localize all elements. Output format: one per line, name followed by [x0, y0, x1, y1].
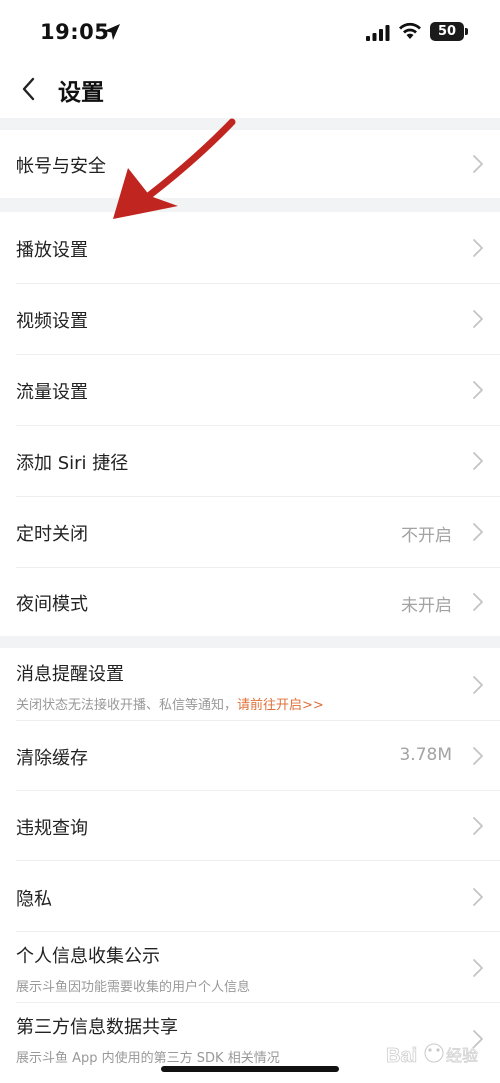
settings-item-value: 未开启: [401, 596, 452, 616]
chevron-right-icon: [473, 593, 483, 611]
baidu-jingyan-watermark: Bai 经验: [386, 1043, 478, 1067]
section-gap: [0, 198, 500, 212]
chevron-right-icon: [473, 523, 483, 541]
settings-item-label: 个人信息收集公示: [16, 946, 160, 967]
settings-item-subtitle: 展示斗鱼因功能需要收集的用户个人信息: [16, 980, 251, 995]
settings-item-sleep-timer[interactable]: 定时关闭 不开启: [0, 497, 500, 567]
settings-item-playback[interactable]: 播放设置: [0, 212, 500, 283]
back-chevron-icon[interactable]: [16, 74, 42, 104]
settings-item-label: 消息提醒设置: [16, 664, 124, 685]
settings-item-label: 第三方信息数据共享: [16, 1017, 178, 1038]
settings-item-value: 3.78M: [399, 745, 452, 765]
settings-item-night-mode[interactable]: 夜间模式 未开启: [0, 568, 500, 636]
settings-item-personal-info-disclosure[interactable]: 个人信息收集公示 展示斗鱼因功能需要收集的用户个人信息: [0, 932, 500, 1002]
section-gap: [0, 636, 500, 648]
settings-item-label: 违规查询: [16, 818, 88, 839]
chevron-right-icon: [473, 452, 483, 470]
settings-item-label: 视频设置: [16, 311, 88, 332]
home-indicator[interactable]: [161, 1066, 339, 1072]
settings-item-label: 流量设置: [16, 382, 88, 403]
chevron-right-icon: [473, 310, 483, 328]
nav-bar: 设置: [0, 62, 500, 118]
page-title: 设置: [58, 80, 104, 106]
chevron-right-icon: [473, 381, 483, 399]
settings-item-label: 添加 Siri 捷径: [16, 453, 129, 474]
settings-item-label: 帐号与安全: [16, 156, 106, 177]
location-arrow-icon: [104, 24, 120, 40]
chevron-right-icon: [473, 747, 483, 765]
section-gap: [0, 118, 500, 130]
status-time: 19:05: [40, 20, 110, 44]
cellular-signal-icon: [366, 25, 390, 41]
chevron-right-icon: [473, 959, 483, 977]
notification-hint-text: 关闭状态无法接收开播、私信等通知，: [16, 698, 238, 713]
wifi-icon: [399, 22, 421, 39]
settings-item-data-usage[interactable]: 流量设置: [0, 355, 500, 425]
settings-item-clear-cache[interactable]: 清除缓存 3.78M: [0, 721, 500, 790]
settings-item-label: 夜间模式: [16, 594, 88, 615]
chevron-right-icon: [473, 676, 483, 694]
settings-item-label: 定时关闭: [16, 524, 88, 545]
enable-notifications-link[interactable]: 请前往开启>>: [237, 698, 324, 713]
chevron-right-icon: [473, 817, 483, 835]
status-bar: 19:05 50: [0, 0, 500, 62]
battery-cap: [465, 28, 468, 35]
settings-item-account-security[interactable]: 帐号与安全: [0, 130, 500, 198]
settings-item-privacy[interactable]: 隐私: [0, 861, 500, 931]
svg-text:Bai: Bai: [386, 1045, 417, 1067]
settings-item-notifications[interactable]: 消息提醒设置 关闭状态无法接收开播、私信等通知，请前往开启>>: [0, 648, 500, 720]
chevron-right-icon: [473, 888, 483, 906]
battery-indicator: 50: [430, 22, 464, 41]
chevron-right-icon: [473, 239, 483, 257]
settings-item-label: 清除缓存: [16, 748, 88, 769]
settings-item-subtitle: 展示斗鱼 App 内使用的第三方 SDK 相关情况: [16, 1051, 280, 1066]
settings-item-subtitle: 关闭状态无法接收开播、私信等通知，请前往开启>>: [16, 694, 324, 713]
settings-item-value: 不开启: [401, 526, 452, 546]
svg-text:经验: 经验: [446, 1046, 478, 1065]
settings-item-video[interactable]: 视频设置: [0, 284, 500, 354]
settings-item-violation-query[interactable]: 违规查询: [0, 791, 500, 860]
settings-item-siri-shortcut[interactable]: 添加 Siri 捷径: [0, 426, 500, 496]
settings-item-label: 播放设置: [16, 240, 88, 261]
chevron-right-icon: [473, 155, 483, 173]
settings-item-label: 隐私: [16, 889, 52, 910]
